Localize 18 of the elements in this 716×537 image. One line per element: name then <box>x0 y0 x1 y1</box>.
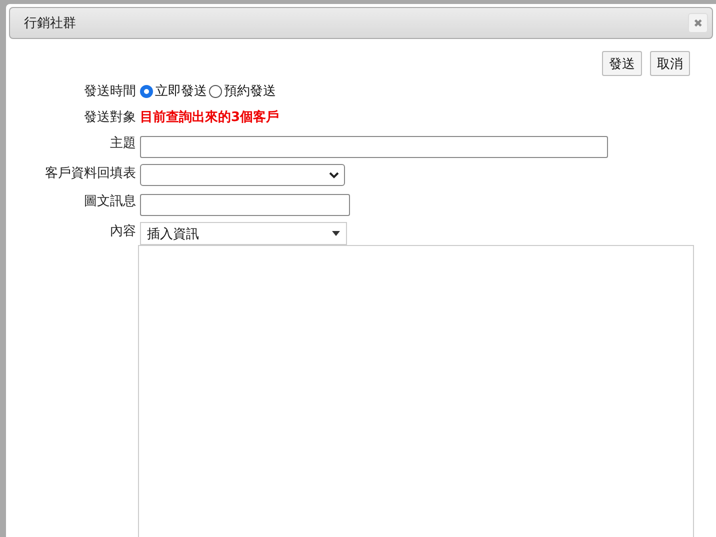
caret-icon <box>332 231 340 236</box>
field-label: 圖文訊息 <box>83 193 136 211</box>
picture-message-field[interactable] <box>140 194 350 216</box>
field-label: 發送對象 <box>83 109 136 127</box>
form-select[interactable] <box>140 164 345 186</box>
radio-option[interactable]: 預約發送 <box>209 82 276 100</box>
insert-info-dropdown[interactable]: 插入資訊 <box>140 222 347 245</box>
cancel-button[interactable]: 取消 <box>650 51 690 76</box>
field-label: 發送時間 <box>83 83 136 101</box>
subject-field[interactable] <box>140 136 608 158</box>
radio-option[interactable]: 立即發送 <box>140 82 207 100</box>
field-label: 主題 <box>109 135 136 153</box>
chevron-icon <box>329 172 339 178</box>
field-label: 內容 <box>109 223 136 241</box>
target-text: 目前查詢出來的3個客戶 <box>140 108 280 127</box>
field-label: 客戶資料回填表 <box>44 165 136 183</box>
send-button[interactable]: 發送 <box>602 51 642 76</box>
dialog-title: 行銷社群 <box>24 15 76 32</box>
